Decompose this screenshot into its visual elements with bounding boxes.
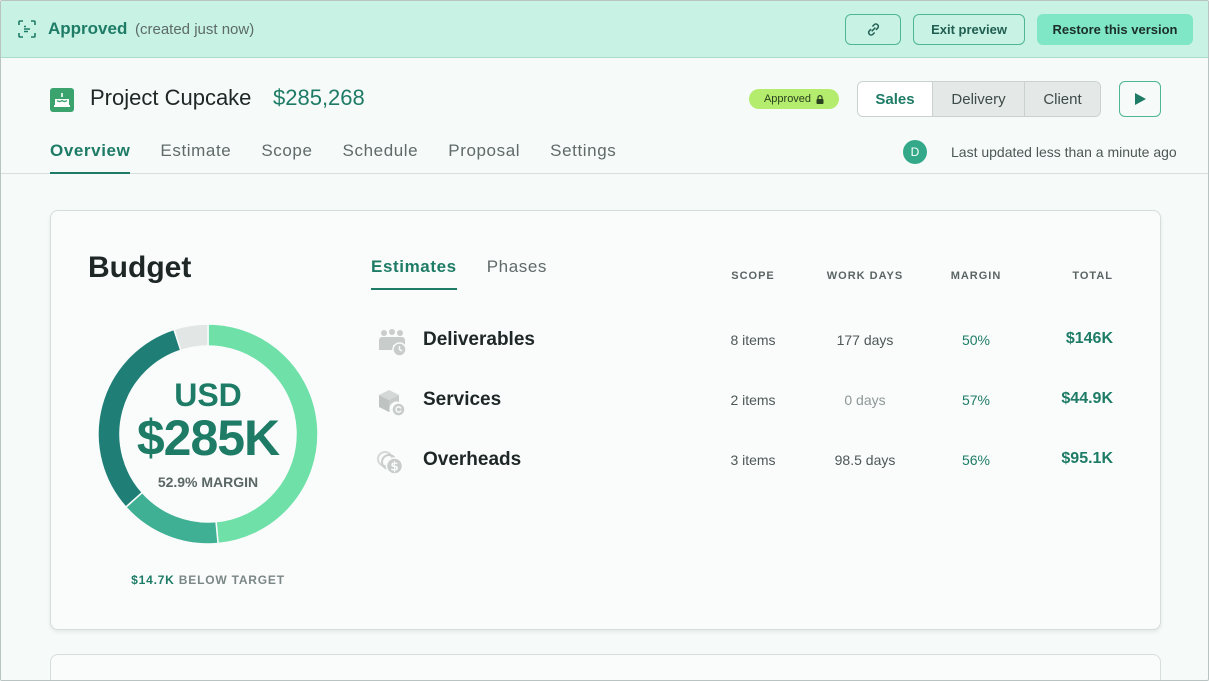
view-client[interactable]: Client <box>1024 82 1100 116</box>
version-preview-banner: Approved (created just now) Exit preview… <box>1 1 1208 58</box>
donut-segment-remaining <box>173 323 209 352</box>
column-margin: MARGIN <box>950 270 1002 282</box>
view-sales[interactable]: Sales <box>858 82 932 116</box>
avatar[interactable]: D <box>903 140 927 164</box>
row-work-days: 0 days <box>844 392 886 408</box>
restore-version-button[interactable]: Restore this version <box>1037 14 1193 45</box>
donut-segment-services <box>124 491 219 545</box>
subtab-phases[interactable]: Phases <box>487 257 547 290</box>
row-work-days: 177 days <box>836 332 894 348</box>
play-icon <box>1135 93 1146 105</box>
view-switcher: Sales Delivery Client <box>857 81 1101 117</box>
svg-text:$: $ <box>390 460 398 474</box>
approved-badge-label: Approved <box>763 93 812 105</box>
cake-icon <box>50 88 74 112</box>
budget-subtabs: Estimates Phases <box>371 257 577 290</box>
column-scope: SCOPE <box>731 270 775 282</box>
lock-icon <box>816 94 824 104</box>
tab-schedule[interactable]: Schedule <box>343 138 419 174</box>
scan-focus-icon <box>18 20 36 38</box>
secondary-card <box>50 654 1161 680</box>
tab-proposal[interactable]: Proposal <box>448 138 520 174</box>
budget-row-services[interactable]: Services 2 items 0 days 57% $44.9K <box>371 381 1116 421</box>
row-name: Overheads <box>423 449 522 470</box>
row-scope: 2 items <box>730 392 776 408</box>
row-margin: 56% <box>961 452 991 468</box>
row-total: $44.9K <box>1061 390 1113 407</box>
row-work-days: 98.5 days <box>834 452 896 468</box>
tab-scope[interactable]: Scope <box>261 138 312 174</box>
view-delivery[interactable]: Delivery <box>932 82 1024 116</box>
column-total: TOTAL <box>1072 270 1113 282</box>
copy-link-button[interactable] <box>845 14 901 45</box>
project-tabs: Overview Estimate Scope Schedule Proposa… <box>50 138 646 174</box>
last-updated-text: Last updated less than a minute ago <box>951 144 1177 160</box>
below-target-note: $14.7K BELOW TARGET <box>97 573 319 587</box>
project-amount: $285,268 <box>273 85 365 110</box>
app-window: Approved (created just now) Exit preview… <box>0 0 1209 681</box>
exit-preview-button[interactable]: Exit preview <box>913 14 1025 45</box>
budget-margin: 52.9% MARGIN <box>157 474 259 490</box>
row-scope: 3 items <box>730 452 776 468</box>
deliverables-icon <box>379 329 407 357</box>
tab-overview[interactable]: Overview <box>50 138 131 174</box>
row-name: Deliverables <box>423 329 535 350</box>
present-button[interactable] <box>1119 81 1161 117</box>
version-status: Approved <box>48 19 128 38</box>
budget-card: Budget USD $285K 52.9% MARGIN $14.7K BEL… <box>50 210 1161 630</box>
row-total: $95.1K <box>1061 450 1113 467</box>
budget-title: Budget <box>88 251 192 284</box>
row-margin: 50% <box>961 332 991 348</box>
row-name: Services <box>423 389 502 410</box>
row-total: $146K <box>1065 330 1113 347</box>
budget-row-deliverables[interactable]: Deliverables 8 items 177 days 50% $146K <box>371 321 1116 361</box>
tab-estimate[interactable]: Estimate <box>160 138 231 174</box>
project-name: Project Cupcake <box>90 85 252 110</box>
below-target-label: BELOW TARGET <box>178 573 285 587</box>
tab-settings[interactable]: Settings <box>550 138 616 174</box>
row-scope: 8 items <box>730 332 776 348</box>
subtab-estimates[interactable]: Estimates <box>371 257 457 290</box>
services-box-icon <box>379 390 406 417</box>
project-header: Project Cupcake $285,268 Approved Sales … <box>1 58 1208 174</box>
column-work-days: WORK DAYS <box>826 270 904 282</box>
link-icon <box>867 23 879 36</box>
approved-badge: Approved <box>749 89 839 109</box>
version-created: (created just now) <box>135 21 255 38</box>
budget-row-overheads[interactable]: $ Overheads 3 items 98.5 days 56% $95.1K <box>371 441 1116 481</box>
below-target-amount: $14.7K <box>131 573 175 587</box>
budget-amount: $285K <box>136 410 280 466</box>
overheads-coins-icon: $ <box>377 451 404 475</box>
row-margin: 57% <box>961 392 991 408</box>
